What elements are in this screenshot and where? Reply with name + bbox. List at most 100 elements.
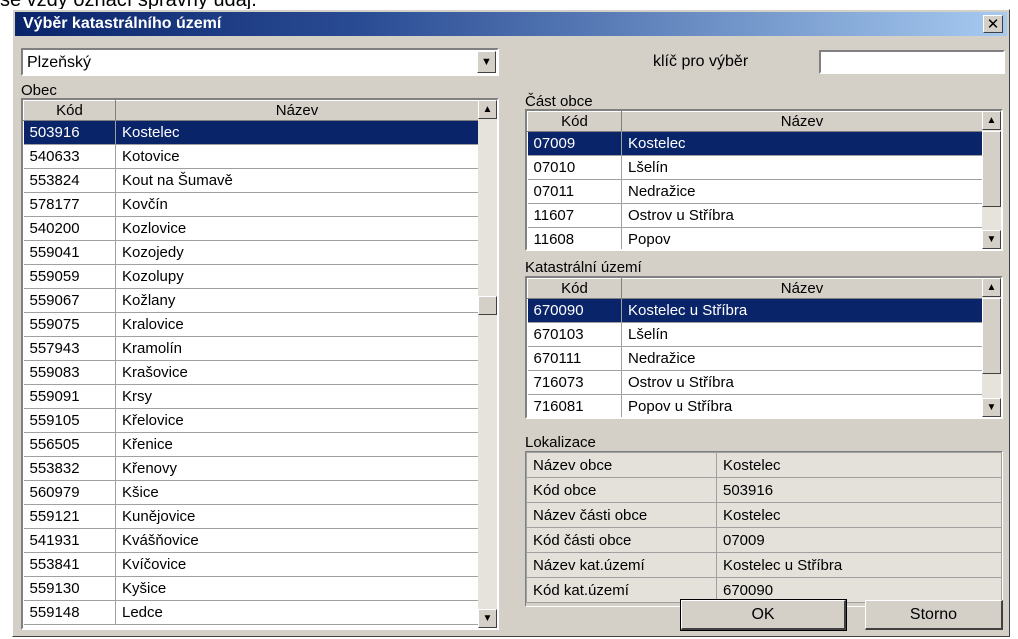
name-cell: Nedražice bbox=[621, 346, 983, 371]
obec-scroll-up-button[interactable]: ▲ bbox=[478, 100, 497, 119]
name-cell: Kozojedy bbox=[115, 240, 479, 265]
name-cell: Ostrov u Stříbra bbox=[621, 370, 983, 395]
obec-row[interactable]: 541931 Kvášňovice bbox=[23, 528, 479, 553]
obec-column-header[interactable]: Kód bbox=[23, 100, 116, 121]
obec-row[interactable]: 553824 Kout na Šumavě bbox=[23, 168, 479, 193]
lokalizace-row: Kód části obce 07009 bbox=[526, 527, 1002, 553]
obec-scroll-thumb[interactable] bbox=[478, 296, 497, 315]
cast-obce-column-header[interactable]: Kód bbox=[527, 111, 622, 132]
ok-button[interactable]: OK bbox=[680, 599, 847, 631]
obec-row[interactable]: 503916 Kostelec bbox=[23, 120, 479, 145]
region-combobox[interactable]: Plzeňský ▼ bbox=[21, 48, 499, 76]
code-cell: 557943 bbox=[23, 336, 116, 361]
name-cell: Křelovice bbox=[115, 408, 479, 433]
name-cell: Popov bbox=[621, 227, 983, 249]
close-button[interactable]: ✕ bbox=[983, 15, 1003, 33]
obec-row[interactable]: 540633 Kotovice bbox=[23, 144, 479, 169]
close-icon: ✕ bbox=[986, 16, 1000, 33]
lokalizace-row: Kód obce 503916 bbox=[526, 477, 1002, 503]
key-label: klíč pro výběr bbox=[653, 53, 749, 70]
obec-row[interactable]: 559121 Kunějovice bbox=[23, 504, 479, 529]
obec-row[interactable]: 560979 Kšice bbox=[23, 480, 479, 505]
name-cell: Kramolín bbox=[115, 336, 479, 361]
obec-row[interactable]: 559075 Kralovice bbox=[23, 312, 479, 337]
obec-row[interactable]: 559130 Kyšice bbox=[23, 576, 479, 601]
obec-grid[interactable]: Kód Název 503916 Kostelec 540633 Kotovice 553… bbox=[21, 98, 499, 630]
arrow-up-icon: ▲ bbox=[986, 282, 997, 293]
name-cell: Kostelec bbox=[115, 120, 479, 145]
code-cell: 553832 bbox=[23, 456, 116, 481]
chevron-down-icon: ▼ bbox=[481, 56, 492, 68]
obec-row[interactable]: 559067 Kožlany bbox=[23, 288, 479, 313]
katastralni-uzemi-scroll-down-button[interactable]: ▼ bbox=[982, 398, 1001, 417]
name-cell: Ledce bbox=[115, 600, 479, 625]
lokalizace-field-label: Kód části obce bbox=[526, 527, 717, 553]
obec-scrollbar[interactable]: ▲ ▼ bbox=[478, 100, 497, 628]
lokalizace-field-value: Kostelec bbox=[716, 502, 1002, 528]
cast-obce-scroll-down-button[interactable]: ▼ bbox=[982, 230, 1001, 249]
katastralni-uzemi-grid[interactable]: Kód Název 670090 Kostelec u Stříbra 670103 L… bbox=[525, 276, 1003, 419]
lokalizace-label: Lokalizace bbox=[525, 434, 596, 451]
name-cell: Kunějovice bbox=[115, 504, 479, 529]
cast-obce-row[interactable]: 07009 Kostelec bbox=[527, 131, 983, 156]
katastralni-uzemi-column-header[interactable]: Kód bbox=[527, 278, 622, 299]
name-cell: Kšice bbox=[115, 480, 479, 505]
cast-obce-row[interactable]: 07010 Lšelín bbox=[527, 155, 983, 180]
name-cell: Kout na Šumavě bbox=[115, 168, 479, 193]
code-cell: 716081 bbox=[527, 394, 622, 417]
cast-obce-grid[interactable]: Kód Název 07009 Kostelec 07010 Lšelín 07011 Ne… bbox=[525, 109, 1003, 251]
name-cell: Kyšice bbox=[115, 576, 479, 601]
cast-obce-column-header[interactable]: Název bbox=[621, 111, 983, 132]
obec-scroll-down-button[interactable]: ▼ bbox=[478, 609, 497, 628]
name-cell: Krašovice bbox=[115, 360, 479, 385]
cast-obce-row[interactable]: 11608 Popov bbox=[527, 227, 983, 249]
katastralni-uzemi-row[interactable]: 670111 Nedražice bbox=[527, 346, 983, 371]
obec-row[interactable]: 559041 Kozojedy bbox=[23, 240, 479, 265]
obec-row[interactable]: 559148 Ledce bbox=[23, 600, 479, 625]
code-cell: 503916 bbox=[23, 120, 116, 145]
name-cell: Křenice bbox=[115, 432, 479, 457]
name-cell: Kralovice bbox=[115, 312, 479, 337]
code-cell: 11607 bbox=[527, 203, 622, 228]
obec-row[interactable]: 559083 Krašovice bbox=[23, 360, 479, 385]
lokalizace-field-value: 07009 bbox=[716, 527, 1002, 553]
obec-row[interactable]: 556505 Křenice bbox=[23, 432, 479, 457]
background-document-text: se vždy označí správný údaj. bbox=[0, 0, 257, 11]
lokalizace-row: Název kat.území Kostelec u Stříbra bbox=[526, 552, 1002, 578]
obec-row[interactable]: 553832 Křenovy bbox=[23, 456, 479, 481]
cast-obce-row[interactable]: 11607 Ostrov u Stříbra bbox=[527, 203, 983, 228]
cast-obce-scroll-thumb[interactable] bbox=[982, 131, 1001, 207]
katastralni-uzemi-scroll-thumb[interactable] bbox=[982, 298, 1001, 374]
cast-obce-row[interactable]: 07011 Nedražice bbox=[527, 179, 983, 204]
cast-obce-label: Část obce bbox=[525, 93, 593, 110]
katastralni-uzemi-row[interactable]: 670103 Lšelín bbox=[527, 322, 983, 347]
obec-row[interactable]: 559091 Krsy bbox=[23, 384, 479, 409]
key-input[interactable] bbox=[819, 50, 1005, 74]
cast-obce-scroll-up-button[interactable]: ▲ bbox=[982, 111, 1001, 130]
code-cell: 07009 bbox=[527, 131, 622, 156]
obec-row[interactable]: 559105 Křelovice bbox=[23, 408, 479, 433]
arrow-down-icon: ▼ bbox=[986, 402, 997, 413]
katastralni-uzemi-row[interactable]: 716081 Popov u Stříbra bbox=[527, 394, 983, 417]
obec-row[interactable]: 553841 Kvíčovice bbox=[23, 552, 479, 577]
dialog-titlebar[interactable]: Výběr katastrálního území ✕ bbox=[15, 12, 1007, 36]
cancel-button[interactable]: Storno bbox=[865, 600, 1003, 630]
katastralni-uzemi-column-header[interactable]: Název bbox=[621, 278, 983, 299]
obec-row[interactable]: 559059 Kozolupy bbox=[23, 264, 479, 289]
code-cell: 553841 bbox=[23, 552, 116, 577]
obec-row[interactable]: 540200 Kozlovice bbox=[23, 216, 479, 241]
code-cell: 556505 bbox=[23, 432, 116, 457]
katastralni-uzemi-scrollbar[interactable]: ▲ ▼ bbox=[982, 278, 1001, 417]
name-cell: Lšelín bbox=[621, 155, 983, 180]
obec-column-header[interactable]: Název bbox=[115, 100, 479, 121]
katastralni-uzemi-row[interactable]: 670090 Kostelec u Stříbra bbox=[527, 298, 983, 323]
obec-row[interactable]: 557943 Kramolín bbox=[23, 336, 479, 361]
cast-obce-scrollbar[interactable]: ▲ ▼ bbox=[982, 111, 1001, 249]
obec-row[interactable]: 578177 Kovčín bbox=[23, 192, 479, 217]
lokalizace-field-value: Kostelec bbox=[716, 452, 1002, 478]
region-dropdown-button[interactable]: ▼ bbox=[477, 51, 496, 73]
lokalizace-table: Název obce Kostelec Kód obce 503916 Název čá… bbox=[526, 452, 1002, 603]
katastralni-uzemi-scroll-up-button[interactable]: ▲ bbox=[982, 278, 1001, 297]
katastralni-uzemi-row[interactable]: 716073 Ostrov u Stříbra bbox=[527, 370, 983, 395]
name-cell: Kvášňovice bbox=[115, 528, 479, 553]
